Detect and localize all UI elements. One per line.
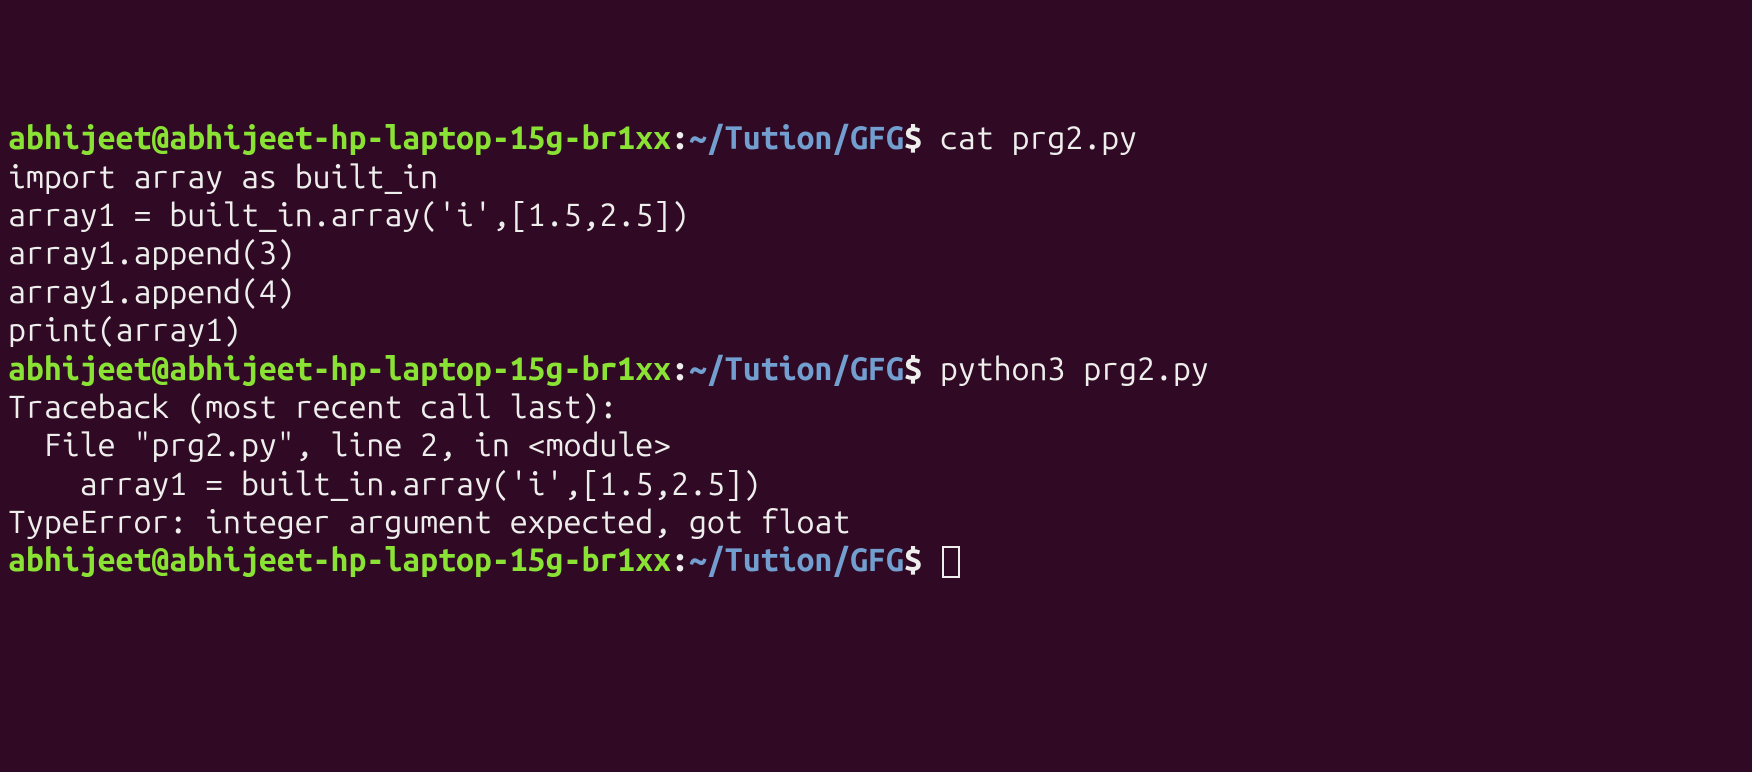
prompt-separator: : [671,120,689,156]
prompt-path: ~/Tution/GFG [689,120,904,156]
prompt-symbol: $ [904,351,922,387]
terminal-line: abhijeet@abhijeet-hp-laptop-15g-br1xx:~/… [8,119,1744,157]
output-line: Traceback (most recent call last): [8,388,1744,426]
output-line: print(array1) [8,311,1744,349]
prompt-path: ~/Tution/GFG [689,351,904,387]
command-text [922,542,940,578]
command-text: cat prg2.py [922,120,1137,156]
cursor [942,546,960,578]
output-line: File "prg2.py", line 2, in <module> [8,426,1744,464]
terminal-line: abhijeet@abhijeet-hp-laptop-15g-br1xx:~/… [8,541,1744,579]
prompt-symbol: $ [904,120,922,156]
prompt-user-host: abhijeet@abhijeet-hp-laptop-15g-br1xx [8,351,671,387]
terminal-window[interactable]: abhijeet@abhijeet-hp-laptop-15g-br1xx:~/… [8,119,1744,580]
command-text: python3 prg2.py [922,351,1209,387]
terminal-line: abhijeet@abhijeet-hp-laptop-15g-br1xx:~/… [8,350,1744,388]
output-line: array1 = built_in.array('i',[1.5,2.5]) [8,196,1744,234]
output-line: import array as built_in [8,158,1744,196]
prompt-separator: : [671,542,689,578]
output-line: array1 = built_in.array('i',[1.5,2.5]) [8,465,1744,503]
prompt-user-host: abhijeet@abhijeet-hp-laptop-15g-br1xx [8,542,671,578]
output-line: TypeError: integer argument expected, go… [8,503,1744,541]
prompt-user-host: abhijeet@abhijeet-hp-laptop-15g-br1xx [8,120,671,156]
output-line: array1.append(4) [8,273,1744,311]
prompt-symbol: $ [904,542,922,578]
prompt-path: ~/Tution/GFG [689,542,904,578]
prompt-separator: : [671,351,689,387]
output-line: array1.append(3) [8,234,1744,272]
